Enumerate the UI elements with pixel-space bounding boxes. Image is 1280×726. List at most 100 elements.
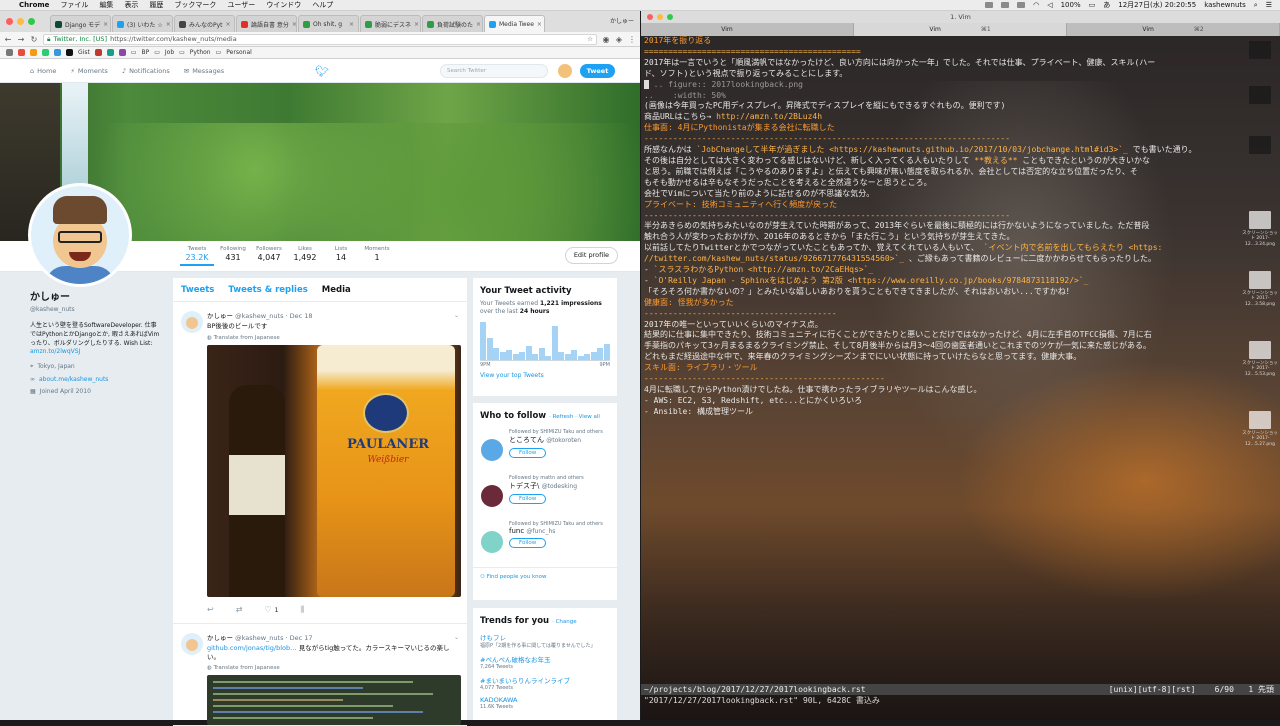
battery-icon[interactable]: ▭ [1089, 1, 1096, 9]
close-tab-icon[interactable]: × [476, 21, 481, 28]
forward-icon[interactable]: → [17, 35, 25, 44]
status-icon[interactable] [985, 2, 994, 8]
cursor[interactable] [644, 79, 649, 89]
bookmark-folder-personal[interactable]: Personal [226, 49, 252, 56]
stat-lists[interactable]: Lists 14 [324, 246, 358, 267]
vim-buffer[interactable]: 2017年を振り返る ==============================… [641, 36, 1280, 418]
browser-tab[interactable]: Media Twee × [484, 15, 545, 32]
account-name[interactable]: ところてん [509, 436, 544, 444]
chevron-down-icon[interactable]: ⌄ [454, 312, 459, 319]
zoom-window-icon[interactable] [667, 14, 673, 20]
activity-bar[interactable] [519, 351, 525, 360]
activity-bar[interactable] [493, 347, 499, 360]
avatar[interactable] [481, 439, 503, 461]
github-icon[interactable] [66, 49, 73, 56]
file-icon[interactable] [1249, 86, 1271, 104]
view-all-link[interactable]: View all [579, 414, 600, 420]
close-tab-icon[interactable]: × [537, 21, 542, 28]
follow-button[interactable]: Follow [509, 538, 547, 548]
menu-edit[interactable]: 編集 [99, 0, 113, 10]
suggested-account[interactable]: Followed by SHIMIZU Taku and others func … [473, 517, 617, 563]
account-name-row[interactable]: トデス子\ @todesking [509, 481, 610, 491]
retweet-icon[interactable]: ⇄ [236, 605, 243, 614]
extension-icon[interactable]: ◉ [602, 35, 610, 44]
edit-profile-button[interactable]: Edit profile [564, 247, 618, 264]
account-name-row[interactable]: ところてん @tokoroten [509, 435, 610, 445]
bookmark-icon[interactable] [118, 49, 126, 56]
activity-bar[interactable] [480, 321, 486, 360]
account-handle[interactable]: @tokoroten [546, 437, 581, 444]
close-window-icon[interactable] [647, 14, 653, 20]
translate-link[interactable]: ◍ Translate from Japanese [207, 335, 459, 341]
site-identity[interactable]: Twitter, Inc. [US] [53, 35, 107, 43]
menu-bookmarks[interactable]: ブックマーク [174, 0, 216, 10]
suggested-account[interactable]: Followed by SHIMIZU Taku and others ところてん… [473, 425, 617, 471]
activity-bar[interactable] [506, 349, 512, 360]
terminal-tab[interactable]: Vim ⌘1 [854, 23, 1067, 36]
bookmark-icon[interactable] [106, 49, 114, 56]
activity-bar[interactable] [577, 355, 584, 360]
activity-bar[interactable] [597, 347, 603, 360]
browser-tab[interactable]: みんなのPyt × [174, 15, 235, 32]
activity-bar[interactable] [558, 351, 564, 360]
stat-tweets[interactable]: Tweets 23.2K [180, 246, 214, 267]
input-method-icon[interactable]: あ [1103, 0, 1110, 10]
browser-tab[interactable]: 負荷試験のた × [422, 15, 483, 32]
analytics-icon[interactable]: ⫼ [300, 605, 304, 615]
close-tab-icon[interactable]: × [226, 21, 231, 28]
terminal-tab[interactable]: Vim [641, 23, 854, 36]
nav-moments[interactable]: ⚡︎ Moments [70, 67, 108, 75]
follow-button[interactable]: Follow [509, 494, 547, 504]
bookmark-icon[interactable] [54, 49, 61, 56]
menu-app-name[interactable]: Chrome [19, 1, 49, 9]
twitter-bird-icon[interactable]: 🐦︎ [315, 65, 329, 78]
stat-followers[interactable]: Followers 4,047 [252, 246, 286, 267]
menu-icon[interactable]: ⋮ [628, 35, 636, 44]
vim-cmdline[interactable]: "2017/12/27/2017lookingback.rst" 90L, 64… [644, 695, 880, 706]
apps-icon[interactable] [6, 49, 13, 56]
activity-bar[interactable] [571, 349, 577, 360]
website-link[interactable]: about.me/kashew_nuts [39, 376, 108, 385]
activity-bar[interactable] [545, 355, 551, 360]
minimize-window-icon[interactable] [657, 14, 663, 20]
reload-icon[interactable]: ↻ [30, 35, 38, 44]
file-label[interactable]: スクリーンショット 2017-12...5.27.png [1240, 431, 1280, 447]
status-icon[interactable] [1001, 2, 1010, 8]
tab-tweets[interactable]: Tweets [181, 285, 214, 295]
wishlist-link[interactable]: amzn.to/2lwqVSJ [30, 348, 80, 355]
tweet-link[interactable]: github.com/jonas/tig/blob… [207, 644, 297, 652]
browser-tab[interactable]: 論語自書 意分 × [236, 15, 297, 32]
profile-handle[interactable]: @kashew_nuts [30, 306, 160, 315]
spotlight-icon[interactable]: ⌕ [1254, 1, 1258, 10]
bookmark-icon[interactable] [42, 49, 49, 56]
notification-center-icon[interactable]: ☰ [1266, 1, 1272, 9]
activity-bar[interactable] [486, 337, 493, 360]
avatar[interactable] [481, 485, 503, 507]
reply-icon[interactable]: ↩ [207, 605, 214, 614]
address-bar[interactable]: 🔒︎ Twitter, Inc. [US] https://twitter.co… [43, 33, 597, 45]
bookmark-folder-job[interactable]: Job [165, 49, 174, 56]
zoom-window-icon[interactable] [28, 18, 35, 25]
nav-notifications[interactable]: ♪ Notifications [122, 67, 170, 75]
stat-moments[interactable]: Moments 1 [360, 246, 394, 267]
activity-bar[interactable] [584, 353, 590, 360]
stat-following[interactable]: Following 431 [216, 246, 250, 267]
trend-item[interactable]: #まいまいらりんラインライブ 4,077 Tweets [473, 673, 617, 694]
close-tab-icon[interactable]: × [414, 21, 419, 28]
search-input[interactable]: Search Twitter [440, 64, 548, 78]
activity-bar[interactable] [564, 353, 571, 360]
refresh-link[interactable]: Refresh [553, 414, 574, 420]
menu-help[interactable]: ヘルプ [312, 0, 333, 10]
file-label[interactable]: スクリーンショット 2017-12...3.58.png [1240, 291, 1280, 307]
menu-view[interactable]: 表示 [124, 0, 138, 10]
tweet-meta[interactable]: @kashew_nuts · Dec 18 [235, 312, 313, 320]
battery-percent[interactable]: 100% [1061, 1, 1081, 9]
tweet-meta[interactable]: @kashew_nuts · Dec 17 [235, 634, 313, 642]
clock[interactable]: 12月27日(水) 20:20:55 [1118, 0, 1196, 10]
tweet[interactable]: ⌄ かしゅー @kashew_nuts · Dec 17 github.com/… [173, 624, 467, 726]
avatar[interactable] [558, 64, 572, 78]
tab-media[interactable]: Media [322, 285, 351, 295]
activity-bar[interactable] [499, 351, 506, 360]
tweet-photo[interactable]: PAULANER Weißbier [207, 344, 461, 597]
activity-chart[interactable] [480, 321, 610, 361]
